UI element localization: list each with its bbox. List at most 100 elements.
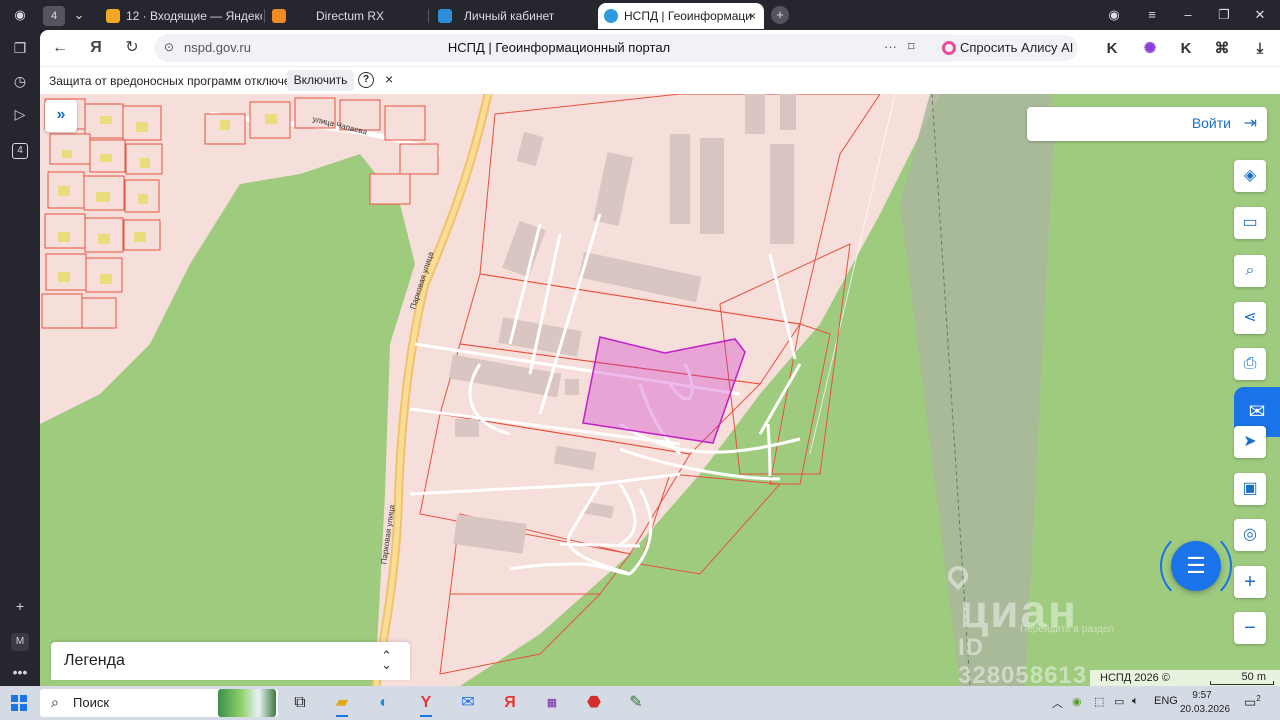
- outlook-icon[interactable]: ✉: [454, 689, 482, 717]
- acrobat-icon[interactable]: ⬣: [580, 689, 608, 717]
- search-label: Поиск: [73, 695, 110, 710]
- taskbar-search[interactable]: ⌕ Поиск: [40, 689, 278, 717]
- alice-label: Спросить Алису AI: [960, 40, 1074, 55]
- tab-divider: [264, 9, 265, 23]
- tab-cabinet[interactable]: Личный кабинет: [432, 3, 592, 29]
- close-window-icon[interactable]: ✕: [1244, 0, 1276, 30]
- clock-date: 20.03.2026: [1180, 704, 1231, 715]
- edge-icon[interactable]: ◐: [370, 689, 398, 717]
- enable-protection-button[interactable]: Включить: [287, 70, 354, 91]
- alice-icon: [942, 41, 956, 55]
- mail-icon: [106, 9, 120, 23]
- cabinet-icon: [438, 9, 452, 23]
- tab-label: 12 · Входящие — Яндекс Г: [126, 9, 262, 23]
- back-icon[interactable]: ←: [48, 36, 72, 60]
- network-icon[interactable]: ▭: [1114, 695, 1124, 708]
- file-explorer-icon[interactable]: ▰: [328, 689, 356, 717]
- taskbar: ⌕ Поиск ⧉ ▰ ◐ Y ✉ Я ▦ ⬣ ✎ ︿ ◉ ⬚ ▭ 🔈︎ ENG…: [0, 686, 1280, 720]
- search-highlight-image: [218, 689, 276, 717]
- close-tab-icon[interactable]: ×: [749, 3, 756, 29]
- download-icon[interactable]: ⤓: [1250, 39, 1270, 59]
- tab-mail[interactable]: 12 · Входящие — Яндекс Г: [100, 3, 262, 29]
- layers-icon[interactable]: ◈: [1234, 160, 1266, 192]
- bookmark-icon[interactable]: ⌑: [908, 39, 915, 55]
- pdf-editor-icon[interactable]: ▦: [538, 689, 566, 717]
- tab-label: НСПД | Геоинформаци: [624, 9, 752, 23]
- protection-text: Защита от вредоносных программ отключена: [49, 74, 304, 88]
- volume-icon[interactable]: 🔈︎: [1132, 695, 1139, 708]
- yandex-icon[interactable]: Я: [496, 689, 524, 717]
- map-graphics: [40, 94, 1055, 686]
- address-bar: ← Я ↻ ⊙ nspd.gov.ru НСПД | Геоинформацио…: [40, 30, 1280, 66]
- add-panel-icon[interactable]: +: [8, 594, 32, 618]
- tray-app-icon[interactable]: ◉: [1072, 695, 1082, 708]
- tab-bar: ◉ 4 ⌄ 12 · Входящие — Яндекс Г Directum …: [0, 0, 1280, 30]
- scale-bar: НСПД 2026 © 50 m: [1090, 670, 1280, 686]
- tab-count: 4: [43, 6, 65, 26]
- windows-start-icon[interactable]: [11, 695, 27, 711]
- minimize-icon[interactable]: –: [1172, 0, 1204, 30]
- paint-icon[interactable]: ✎: [622, 689, 650, 717]
- extension-k-icon[interactable]: K: [1102, 39, 1122, 59]
- extension-puzzle-icon[interactable]: ⌘: [1212, 39, 1232, 59]
- tab-divider: [428, 9, 429, 23]
- collections-icon[interactable]: ❐: [8, 36, 32, 60]
- profile-icon[interactable]: ◉: [1098, 0, 1130, 30]
- notifications-icon[interactable]: ▭2: [1244, 694, 1264, 714]
- close-infobar-icon[interactable]: ×: [385, 71, 393, 87]
- extension-gear-icon[interactable]: ✺: [1140, 39, 1160, 59]
- share-icon[interactable]: ⋖: [1234, 302, 1266, 334]
- help-icon[interactable]: ?: [358, 72, 374, 88]
- video-icon[interactable]: ▷: [8, 102, 32, 126]
- search-area-icon[interactable]: ⌕: [1234, 255, 1266, 287]
- map-canvas[interactable]: улица Чапаева Парковая улица Парковая ул…: [40, 94, 1280, 686]
- expand-collapse-icon: ⌃ ⌄: [381, 648, 392, 672]
- print-icon[interactable]: ⎙: [1234, 348, 1266, 380]
- utility-strip: [900, 94, 1055, 686]
- reload-icon[interactable]: ↻: [120, 36, 144, 60]
- login-icon: ⇥: [1243, 115, 1257, 132]
- picture-in-picture-icon[interactable]: ▣: [1234, 473, 1266, 505]
- task-view-icon[interactable]: ⧉: [286, 689, 314, 717]
- url-field[interactable]: ⊙ nspd.gov.ru НСПД | Геоинформационный п…: [154, 34, 964, 62]
- zoom-in-icon[interactable]: +: [1234, 566, 1266, 598]
- navigate-icon[interactable]: ➤: [1234, 426, 1266, 458]
- ruler-icon[interactable]: ▭: [1234, 207, 1266, 239]
- login-label: Войти: [1191, 115, 1231, 131]
- tab-directum[interactable]: Directum RX: [266, 3, 426, 29]
- chat-button[interactable]: ☰: [1171, 541, 1221, 591]
- clock-time: 9:57: [1192, 690, 1212, 701]
- new-tab-icon[interactable]: +: [766, 0, 794, 30]
- address-page-title: НСПД | Геоинформационный портал: [447, 40, 671, 55]
- scale-line: [1210, 681, 1274, 685]
- history-icon[interactable]: ◷: [8, 69, 32, 93]
- more-options-icon[interactable]: ···: [884, 39, 897, 54]
- copyright-text: НСПД 2026 ©: [1100, 672, 1170, 684]
- location-icon[interactable]: ◎: [1234, 519, 1266, 551]
- tabs-dropdown-icon[interactable]: ⌄: [66, 0, 92, 30]
- language-indicator[interactable]: ENG: [1154, 695, 1178, 707]
- restore-icon[interactable]: ❐: [1208, 0, 1240, 30]
- tab-label: Личный кабинет: [464, 9, 555, 23]
- tray-expand-icon[interactable]: ︿: [1052, 695, 1063, 711]
- legend-panel[interactable]: Легенда ⌃ ⌄: [51, 642, 410, 680]
- yandex-browser-icon[interactable]: Y: [412, 689, 440, 717]
- yandex-icon[interactable]: Я: [84, 36, 108, 60]
- browser-menu-icon[interactable]: ◉: [4, 0, 36, 30]
- alice-button[interactable]: Спросить Алису AI: [934, 35, 1078, 61]
- menu-icon[interactable]: ≡: [1136, 0, 1168, 30]
- space-icon[interactable]: 4: [8, 136, 32, 160]
- login-button[interactable]: Войти ⇥: [1027, 107, 1267, 141]
- tab-label: Directum RX: [316, 9, 385, 23]
- clock[interactable]: 9:57 20.03.2026: [1180, 689, 1231, 717]
- profile-m-icon[interactable]: M: [8, 627, 32, 651]
- tray-usb-icon[interactable]: ⬚: [1094, 695, 1104, 708]
- tab-nspd[interactable]: НСПД | Геоинформаци ×: [598, 3, 764, 29]
- more-icon[interactable]: •••: [8, 660, 32, 684]
- directum-icon: [272, 9, 286, 23]
- zoom-out-icon[interactable]: −: [1234, 612, 1266, 644]
- tab-count-button[interactable]: 4: [40, 0, 68, 30]
- extension-k2-icon[interactable]: K: [1176, 39, 1196, 59]
- expand-panel-icon[interactable]: »: [45, 100, 77, 132]
- browser-sidebar: ❐ ◷ ▷ 4 + M •••: [0, 30, 40, 686]
